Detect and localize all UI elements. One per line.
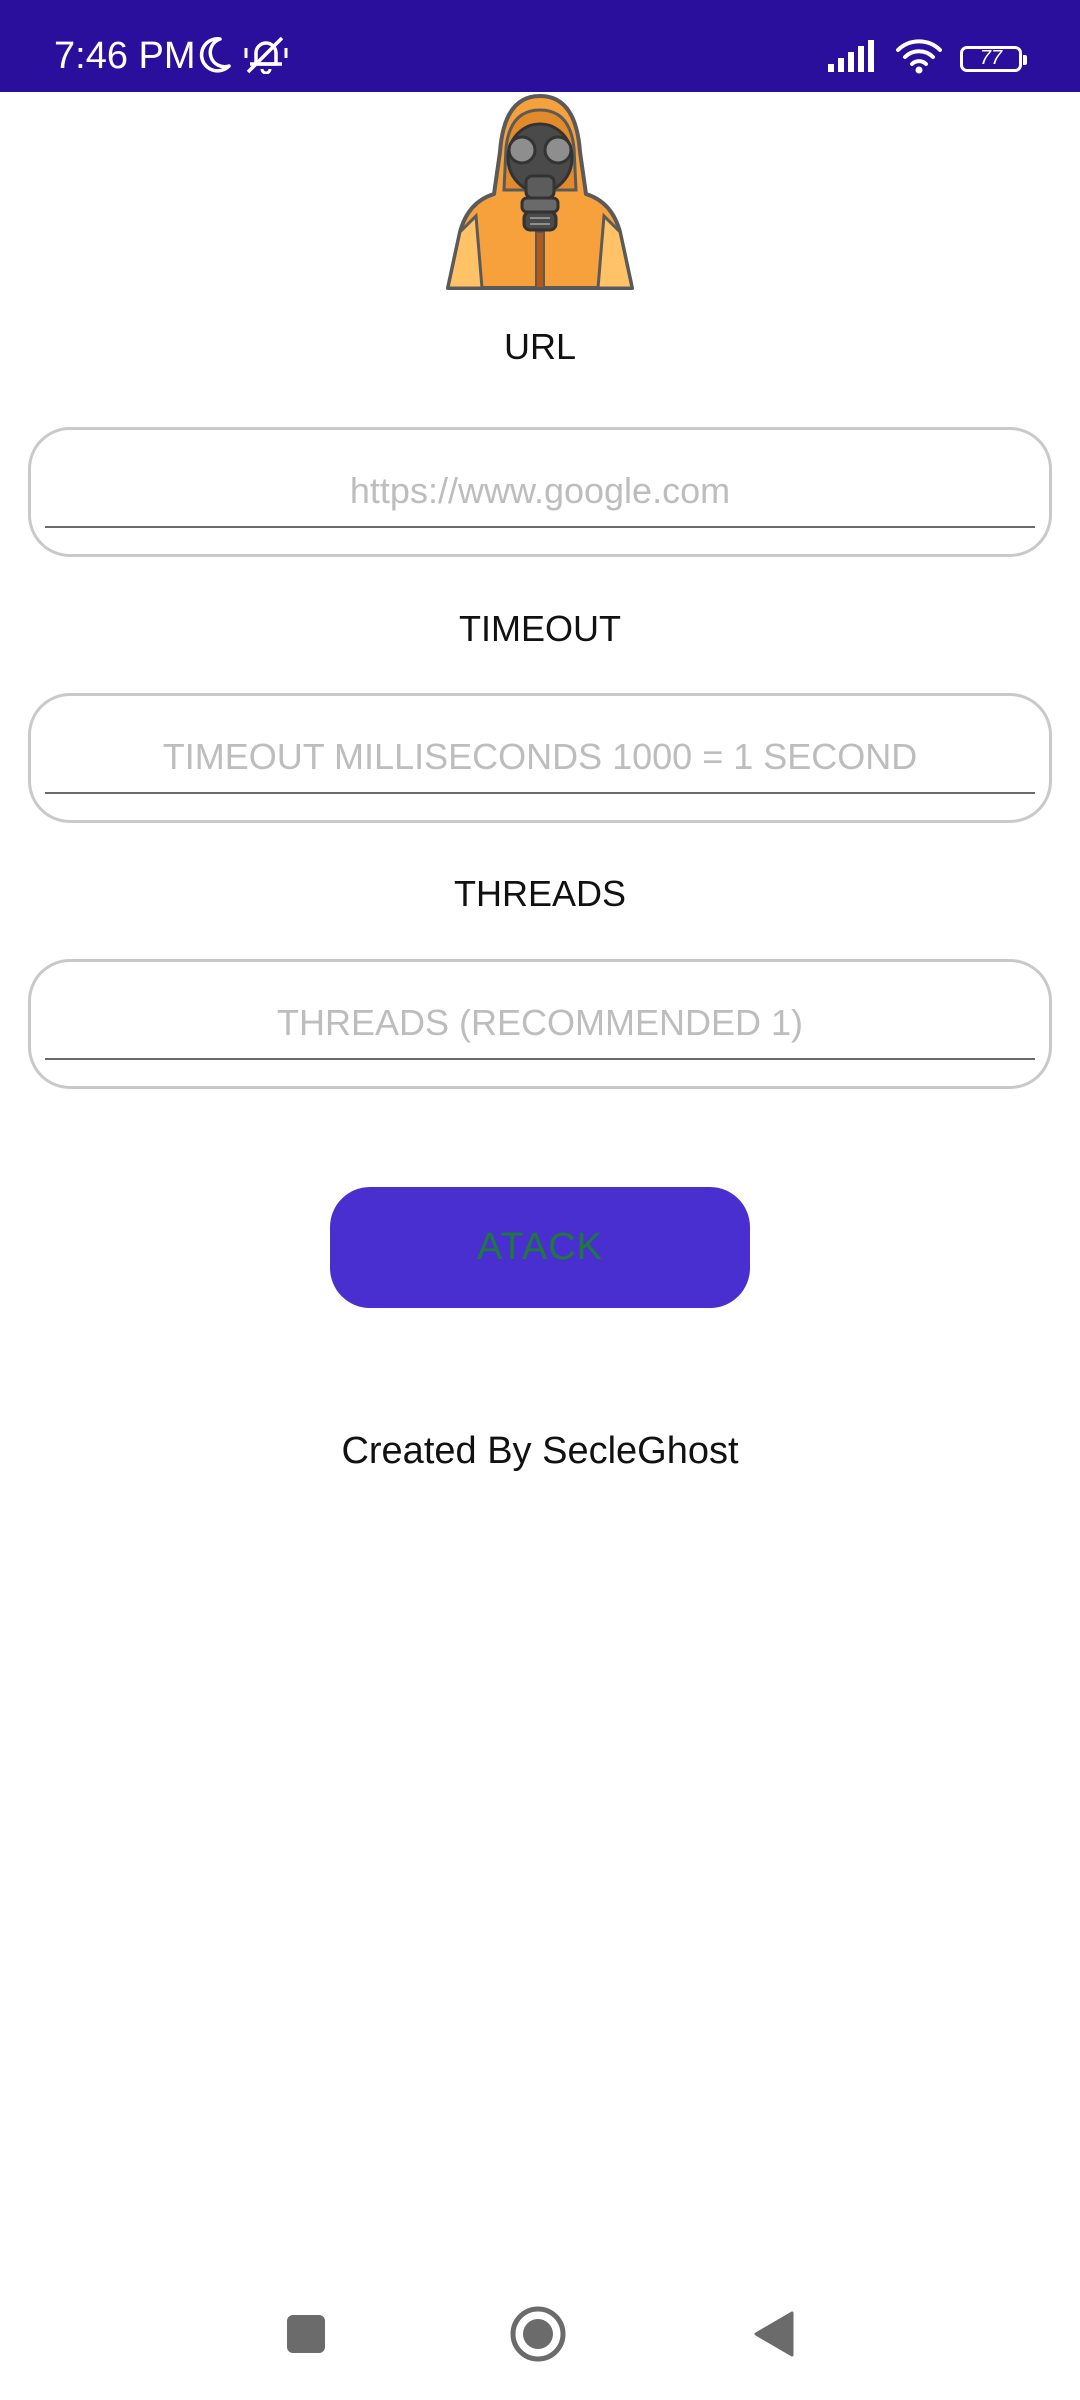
moon-icon — [198, 36, 232, 79]
battery-level: 77 — [979, 47, 1003, 69]
navigation-bar — [0, 2280, 1080, 2390]
status-bar: 7:46 PM 77 — [0, 0, 1080, 92]
home-circle-icon[interactable] — [508, 2304, 568, 2364]
status-left-icons — [198, 36, 288, 79]
status-time: 7:46 PM — [54, 35, 196, 77]
timeout-input[interactable] — [45, 722, 1035, 794]
timeout-label: TIMEOUT — [459, 608, 621, 649]
battery-icon: 77 — [960, 45, 1027, 72]
timeout-field-container — [28, 693, 1052, 823]
back-triangle-icon[interactable] — [744, 2304, 804, 2364]
credits-text: Created By SecleGhost — [341, 1430, 739, 1472]
recents-square-icon[interactable] — [276, 2304, 336, 2364]
url-label: URL — [503, 326, 577, 367]
vibrate-off-icon — [244, 36, 288, 79]
status-right-icons: 77 — [828, 38, 1027, 79]
threads-field-container — [28, 959, 1052, 1089]
url-field-container — [28, 427, 1052, 557]
attack-button-label: ATACK — [476, 1226, 604, 1268]
signal-icon — [828, 40, 878, 77]
url-input[interactable] — [45, 456, 1035, 528]
threads-label: THREADS — [453, 873, 627, 914]
wifi-icon — [896, 38, 942, 79]
threads-input[interactable] — [45, 988, 1035, 1060]
hazmat-gasmask-icon — [438, 92, 642, 292]
attack-button[interactable]: ATACK — [330, 1187, 750, 1308]
